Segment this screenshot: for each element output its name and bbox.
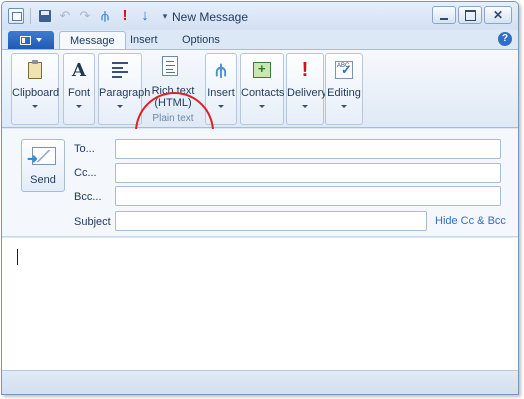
- to-label[interactable]: To...: [74, 143, 95, 155]
- contacts-label: Contacts: [241, 87, 285, 99]
- close-button[interactable]: ✕: [484, 6, 512, 24]
- insert-button[interactable]: ⫛ Insert: [205, 53, 237, 125]
- paragraph-label: Paragraph: [99, 87, 151, 99]
- tab-options[interactable]: Options: [172, 31, 230, 50]
- plain-text-group-label[interactable]: Plain text: [142, 113, 204, 124]
- window-title: New Message: [172, 10, 249, 24]
- attach-icon[interactable]: ⫛: [97, 8, 113, 24]
- document-format-icon: [162, 56, 178, 76]
- rich-text-label-line1: Rich text: [151, 85, 195, 97]
- file-menu-icon: [20, 35, 31, 45]
- spelling-check-icon: ABC: [335, 61, 353, 79]
- message-body-editor[interactable]: [2, 238, 518, 370]
- exclamation-icon: !: [301, 58, 309, 81]
- rich-text-label: Rich text (HTML): [146, 85, 200, 109]
- font-label: Font: [67, 87, 90, 99]
- text-caret: [17, 249, 18, 265]
- redo-icon[interactable]: ↷: [77, 8, 93, 24]
- ribbon-tabs: Message Insert Options ?: [2, 30, 518, 50]
- clipboard-label: Clipboard: [12, 87, 60, 99]
- insert-label: Insert: [207, 87, 235, 99]
- chevron-down-icon: [218, 105, 224, 108]
- toolbar-separator: [30, 8, 31, 24]
- message-window: ↶ ↷ ⫛ ! ↓ ▾ New Message ✕ Message Insert…: [1, 1, 519, 395]
- chevron-down-icon: [32, 105, 38, 108]
- cc-label[interactable]: Cc...: [74, 167, 97, 179]
- high-priority-icon[interactable]: !: [117, 8, 133, 24]
- chevron-down-icon: [117, 105, 123, 108]
- delivery-label: Delivery: [287, 87, 327, 99]
- close-icon: ✕: [492, 8, 504, 22]
- font-button[interactable]: A Font: [63, 53, 95, 125]
- app-icon[interactable]: [8, 8, 24, 24]
- title-bar: ↶ ↷ ⫛ ! ↓ ▾ New Message ✕: [2, 2, 518, 30]
- maximize-button[interactable]: [458, 6, 482, 24]
- file-menu-button[interactable]: [8, 31, 54, 49]
- to-field[interactable]: [115, 139, 501, 159]
- chevron-down-icon: [76, 105, 82, 108]
- chevron-down-icon: [341, 105, 347, 108]
- chevron-down-icon: [259, 105, 265, 108]
- contacts-button[interactable]: Contacts: [240, 53, 284, 125]
- save-icon[interactable]: [37, 8, 53, 24]
- cc-field[interactable]: [115, 163, 501, 183]
- editing-label: Editing: [327, 87, 361, 99]
- clipboard-button[interactable]: Clipboard: [11, 53, 59, 125]
- window-controls: ✕: [432, 6, 512, 24]
- hide-cc-bcc-link[interactable]: Hide Cc & Bcc: [435, 215, 506, 227]
- send-button[interactable]: Send: [21, 139, 65, 192]
- bcc-label[interactable]: Bcc...: [74, 191, 102, 203]
- low-priority-icon[interactable]: ↓: [137, 8, 153, 24]
- font-icon: A: [72, 59, 86, 81]
- rich-text-button[interactable]: Rich text (HTML): [146, 53, 200, 115]
- message-header: Send To... Cc... Bcc... Subject Hide Cc …: [2, 129, 518, 237]
- chevron-down-icon: [302, 105, 308, 108]
- bcc-field[interactable]: [115, 186, 501, 206]
- rich-text-label-line2: (HTML): [154, 97, 192, 109]
- paragraph-icon: [112, 62, 128, 78]
- tab-insert[interactable]: Insert: [120, 31, 168, 50]
- subject-field[interactable]: [115, 211, 427, 231]
- contacts-icon: [253, 61, 271, 78]
- ribbon: Clipboard A Font Paragraph Rich text (HT…: [2, 49, 518, 172]
- undo-icon[interactable]: ↶: [57, 8, 73, 24]
- send-icon: [27, 147, 56, 167]
- delivery-button[interactable]: ! Delivery: [286, 53, 327, 125]
- minimize-button[interactable]: [432, 6, 456, 24]
- editing-button[interactable]: ABC Editing: [325, 53, 363, 125]
- clipboard-icon: [28, 59, 42, 79]
- chevron-down-icon: [36, 38, 42, 42]
- paragraph-button[interactable]: Paragraph: [98, 53, 151, 125]
- more-icon[interactable]: ▾: [157, 8, 173, 24]
- send-label: Send: [30, 174, 56, 186]
- status-bar: [2, 370, 518, 394]
- tab-message[interactable]: Message: [59, 31, 126, 50]
- paperclip-icon: ⫛: [215, 59, 227, 80]
- help-icon[interactable]: ?: [498, 32, 512, 46]
- quick-access-toolbar: ↶ ↷ ⫛ ! ↓ ▾: [8, 7, 173, 25]
- subject-label: Subject: [74, 216, 111, 228]
